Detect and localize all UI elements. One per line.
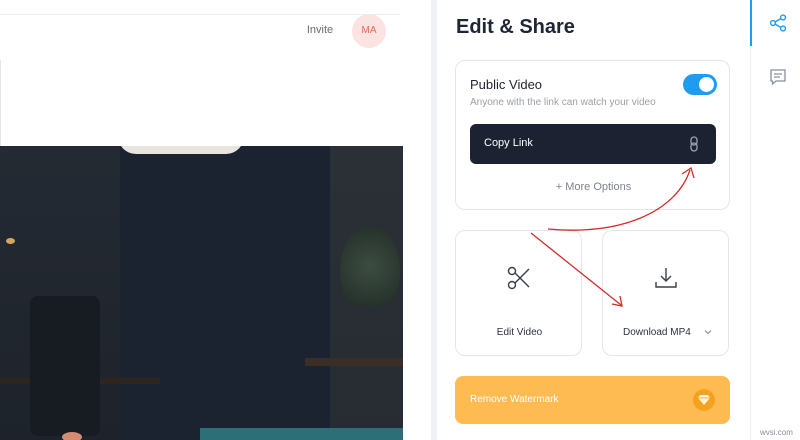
edit-share-panel: Edit & Share Public Video Anyone with th… <box>437 0 750 440</box>
video-scene-floor <box>200 428 403 440</box>
chevron-down-icon[interactable] <box>703 327 713 337</box>
top-divider <box>0 14 400 15</box>
share-icon[interactable] <box>769 14 787 32</box>
public-video-toggle[interactable] <box>683 74 717 95</box>
scissors-icon <box>507 266 530 290</box>
public-video-card: Public Video Anyone with the link can wa… <box>455 60 730 210</box>
content-border <box>0 60 1 146</box>
remove-watermark-button[interactable]: Remove Watermark <box>455 376 730 424</box>
copy-link-button[interactable]: Copy Link <box>470 124 716 164</box>
comment-icon[interactable] <box>769 68 787 86</box>
toggle-knob <box>699 77 714 92</box>
remove-watermark-label: Remove Watermark <box>470 394 559 405</box>
edit-video-label: Edit Video <box>496 327 543 338</box>
public-video-description: Anyone with the link can watch your vide… <box>470 97 656 108</box>
more-options-link[interactable]: + More Options <box>456 181 731 193</box>
top-bar: Invite MA <box>0 0 403 146</box>
main-area: Invite MA <box>0 0 431 440</box>
video-scene-chair <box>30 296 100 436</box>
copy-link-label: Copy Link <box>484 137 533 149</box>
video-scene-lamp <box>118 146 244 154</box>
rail-active-indicator <box>750 0 752 46</box>
video-scene-glow <box>62 432 82 440</box>
video-scene-light <box>6 238 15 244</box>
gem-badge <box>693 389 715 411</box>
download-icon <box>655 268 677 288</box>
edit-video-tile[interactable]: Edit Video <box>455 230 582 356</box>
download-mp4-tile[interactable]: Download MP4 <box>602 230 729 356</box>
invite-button[interactable]: Invite <box>300 20 340 40</box>
video-scene-plant <box>340 226 400 316</box>
download-mp4-label: Download MP4 <box>623 327 691 338</box>
site-watermark: wvsi.com <box>760 428 793 437</box>
video-preview[interactable] <box>0 146 403 440</box>
avatar[interactable]: MA <box>352 14 386 48</box>
video-scene-shelf <box>305 358 403 366</box>
diamond-icon <box>698 395 710 405</box>
public-video-title: Public Video <box>470 77 543 92</box>
side-rail <box>750 0 800 440</box>
link-icon <box>690 136 698 152</box>
panel-title: Edit & Share <box>456 16 575 38</box>
